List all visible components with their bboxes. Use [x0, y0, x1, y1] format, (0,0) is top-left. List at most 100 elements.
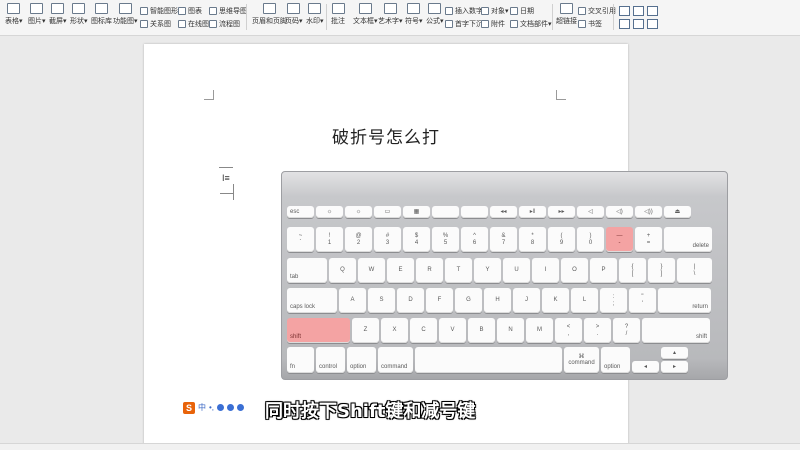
- key-i: I: [532, 258, 559, 283]
- online-chart-icon: [178, 20, 186, 28]
- attachment-button[interactable]: 附件: [481, 19, 505, 29]
- key-blank-5-7: ◂: [632, 361, 659, 373]
- key-2: @ 2: [345, 227, 372, 252]
- key-blank-0-6: [461, 206, 488, 218]
- hyperlink-button[interactable]: 超链接: [556, 3, 577, 26]
- comment-icon: [331, 3, 345, 14]
- split-view-icon[interactable]: [633, 19, 644, 29]
- shape-button[interactable]: 形状▾: [70, 3, 88, 26]
- key-o: O: [561, 258, 588, 283]
- key-blank-1-12: + =: [635, 227, 662, 252]
- watermark-icon: [308, 3, 322, 14]
- flowchart-icon: [209, 20, 217, 28]
- key-r: R: [416, 258, 443, 283]
- web-view-icon[interactable]: [633, 6, 644, 16]
- key-blank-0-4: ▦: [403, 206, 430, 218]
- watermark-button[interactable]: 水印▾: [306, 3, 324, 26]
- cross-ref-icon: [578, 7, 586, 15]
- keyboard-icon[interactable]: [237, 404, 245, 411]
- formula-button[interactable]: 公式▾: [426, 3, 444, 26]
- key-x: X: [381, 318, 408, 343]
- key-return: return: [658, 288, 711, 313]
- key-c: C: [410, 318, 437, 343]
- status-bar: [0, 443, 800, 450]
- first-letter-sink-button[interactable]: 首字下沉: [445, 19, 483, 29]
- key-y: Y: [474, 258, 501, 283]
- picture-button[interactable]: 图片▾: [28, 3, 46, 26]
- chart-icon: [118, 3, 132, 14]
- relation-graph-button[interactable]: 关系图: [140, 19, 171, 29]
- key-9: ( 9: [548, 227, 575, 252]
- sogou-logo-icon[interactable]: S: [183, 401, 195, 414]
- pi-icon: [428, 3, 442, 14]
- key-blank-2-13: | \: [677, 258, 712, 283]
- keyboard-image: esc ☼ ☼ ▭ ▦ ◂◂ ▸‖ ▸▸ ◁ ◁) ◁)) ⏏ ~ `! 1 @ 2 # 3 $ 4% 5 ^ …: [281, 171, 728, 380]
- mind-map-button[interactable]: 思维导图: [209, 6, 247, 16]
- key-w: W: [358, 258, 385, 283]
- page-number-button[interactable]: 页码▾: [285, 3, 303, 26]
- key-blank-5-4: [415, 347, 562, 373]
- key-5: % 5: [432, 227, 459, 252]
- margin-corner-top-left: [204, 90, 214, 100]
- chart-button[interactable]: 图表: [178, 6, 202, 16]
- key-caps-lock: caps lock: [287, 288, 337, 313]
- key-p: P: [590, 258, 617, 283]
- document-title: 破折号怎么打: [332, 128, 440, 148]
- key-tab: tab: [287, 258, 327, 283]
- text-box-button[interactable]: 文本框▾: [353, 3, 378, 26]
- key-b: B: [468, 318, 495, 343]
- table-icon: [7, 3, 21, 14]
- toolbar-divider: [552, 4, 553, 30]
- full-view-icon[interactable]: [647, 19, 658, 29]
- bookmark-button[interactable]: 书签: [578, 19, 602, 29]
- comment-button[interactable]: 批注: [331, 3, 345, 26]
- object-icon: [481, 7, 489, 15]
- table-button[interactable]: 表格▾: [5, 3, 23, 26]
- ime-punctuation[interactable]: •,: [209, 403, 214, 412]
- key-l: L: [571, 288, 598, 313]
- key-blank-3-11: " ': [629, 288, 656, 313]
- shape-icon: [72, 3, 86, 14]
- key-control: control: [316, 347, 345, 373]
- art-text-button[interactable]: 艺术字▾: [378, 3, 403, 26]
- key-delete: delete: [664, 227, 712, 252]
- key-e: E: [387, 258, 414, 283]
- header-footer-button[interactable]: 页眉和页脚: [252, 3, 287, 26]
- key-blank-1-11: — -: [606, 227, 633, 252]
- flowchart-button[interactable]: 流程图: [209, 19, 240, 29]
- number-icon: [445, 7, 453, 15]
- key-blank-2-12: } ]: [648, 258, 675, 283]
- key-blank-4-9: > .: [584, 318, 611, 343]
- key-blank-0-8: ▸‖: [519, 206, 546, 218]
- key-blank-0-11: ◁): [606, 206, 633, 218]
- paragraph-mark: [219, 167, 233, 168]
- key-blank-0-9: ▸▸: [548, 206, 575, 218]
- ime-mode[interactable]: 中: [198, 402, 206, 413]
- key-g: G: [455, 288, 482, 313]
- date-button[interactable]: 日期: [510, 6, 534, 16]
- microphone-icon[interactable]: [227, 404, 235, 411]
- symbol-button[interactable]: 符号▾: [405, 3, 423, 26]
- function-chart-button[interactable]: 功能图▾: [113, 3, 138, 26]
- key-blank-0-5: [432, 206, 459, 218]
- paragraph-mark: [220, 193, 233, 194]
- object-button[interactable]: 对象▾: [481, 6, 509, 16]
- key-blank-3-10: : ;: [600, 288, 627, 313]
- smart-shape-button[interactable]: 智能图形: [140, 6, 178, 16]
- key-m: M: [526, 318, 553, 343]
- icon-library-button[interactable]: 图标库: [91, 3, 112, 26]
- key-7: & 7: [490, 227, 517, 252]
- calendar-icon: [510, 7, 518, 15]
- screenshot-button[interactable]: 截屏▾: [49, 3, 67, 26]
- toolbar-divider: [613, 4, 614, 30]
- page-view-icon[interactable]: [619, 6, 630, 16]
- doc-parts-button[interactable]: 文档部件▾: [510, 19, 552, 29]
- key-s: S: [368, 288, 395, 313]
- emoji-icon[interactable]: [217, 404, 225, 411]
- reading-view-icon[interactable]: [619, 19, 630, 29]
- scissors-icon: [51, 3, 65, 14]
- key-blank-0-2: ☼: [345, 206, 372, 218]
- insert-number-button[interactable]: 插入数字: [445, 6, 483, 16]
- cross-reference-button[interactable]: 交叉引用: [578, 6, 616, 16]
- outline-view-icon[interactable]: [647, 6, 658, 16]
